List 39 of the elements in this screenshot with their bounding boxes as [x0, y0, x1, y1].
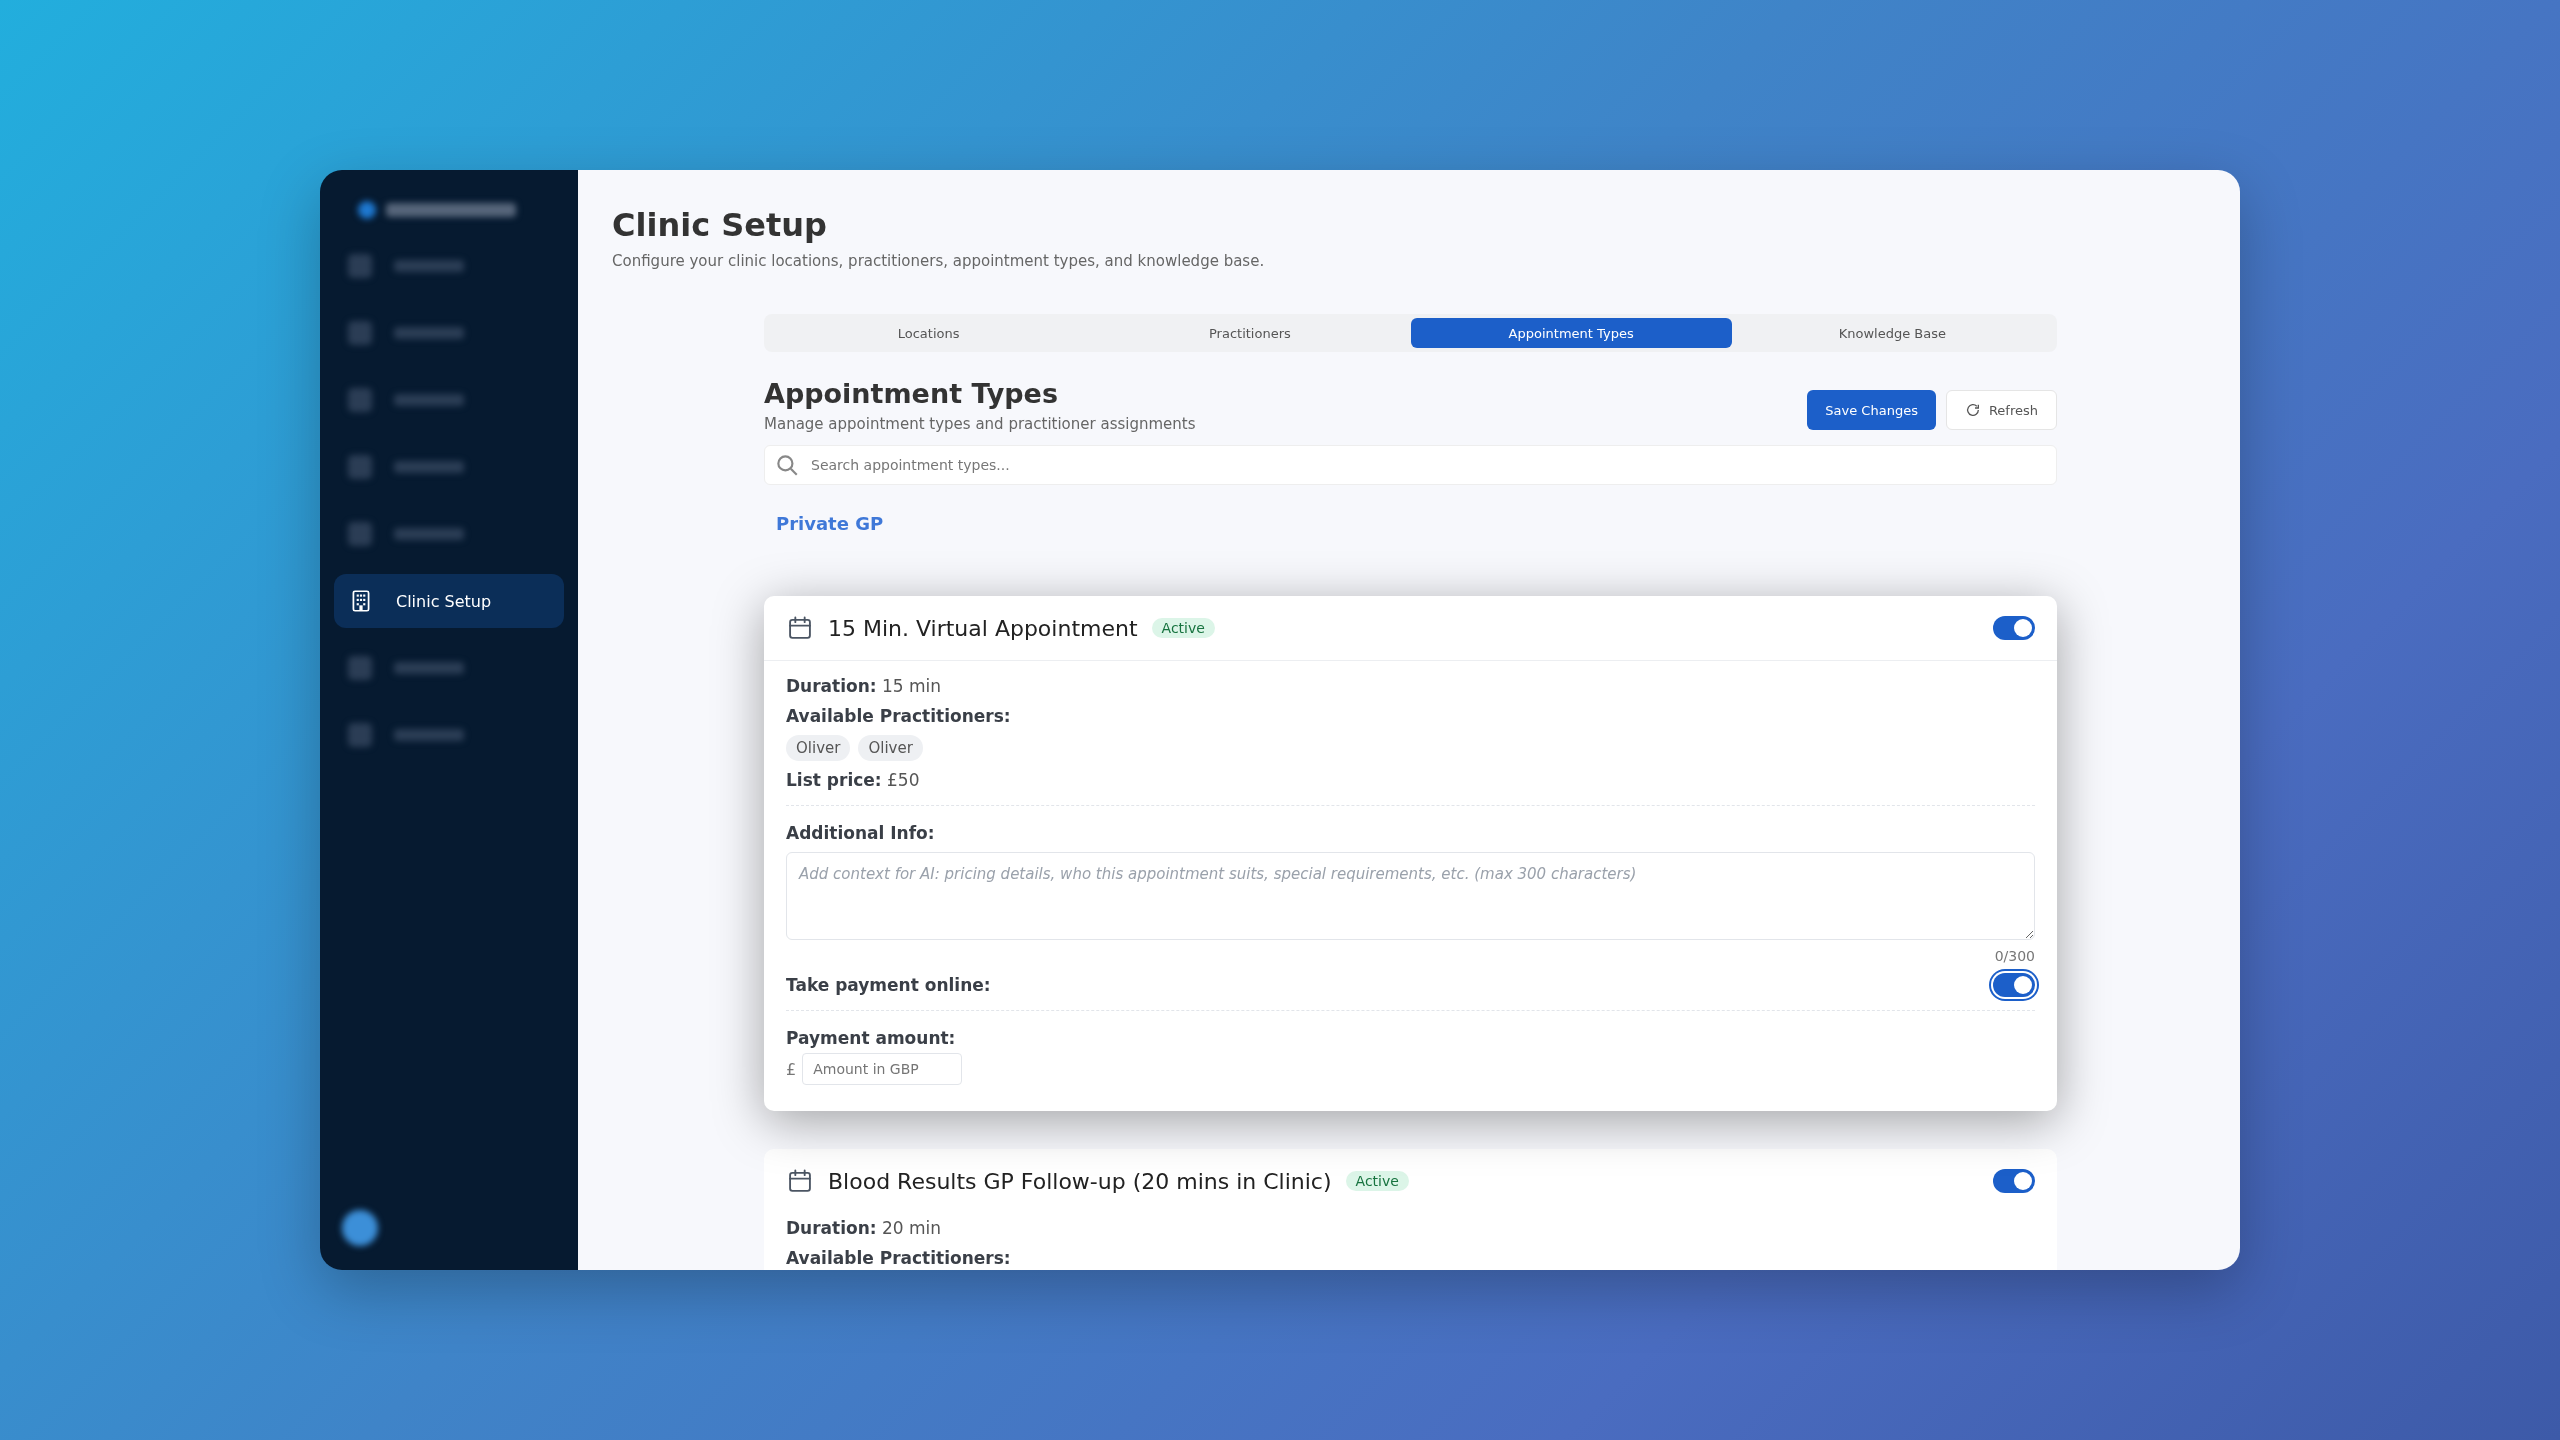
- refresh-icon: [1964, 402, 1981, 418]
- logo-icon: [358, 201, 376, 219]
- calendar-icon: [786, 614, 814, 642]
- field-label: Take payment online:: [786, 974, 991, 997]
- toggle-switch[interactable]: [1993, 616, 2035, 640]
- page-title: Clinic Setup: [612, 206, 828, 244]
- section-subtitle: Manage appointment types and practitioner assignments: [764, 415, 1196, 433]
- toggle-switch[interactable]: [1993, 1169, 2035, 1193]
- search-field[interactable]: Search appointment types...: [764, 445, 2057, 485]
- sidebar-item[interactable]: Clinic Setup: [334, 574, 564, 628]
- list-price-text: List price: £50: [786, 769, 921, 792]
- search-icon: [774, 452, 800, 478]
- section-title: Appointment Types: [764, 378, 1059, 409]
- group-heading[interactable]: Private GP: [764, 513, 2057, 534]
- practitioner-chip: Oliver: [858, 735, 923, 761]
- refresh-button[interactable]: Refresh: [1945, 390, 2057, 430]
- tab[interactable]: Practitioners: [1089, 318, 1411, 348]
- field-label: Available Practitioners:: [786, 1247, 1012, 1270]
- duration-text: Duration: 20 min: [786, 1217, 943, 1240]
- avatar: [342, 1210, 378, 1246]
- tab[interactable]: Appointment Types: [1410, 318, 1732, 348]
- additional-info-field[interactable]: Add context for AI: pricing details, who this appointment suits, special requirements, etc. (max 300 characters): [786, 852, 2035, 940]
- duration-text: Duration: 15 min: [786, 675, 943, 698]
- card-title: 15 Min. Virtual Appointment: [828, 615, 1138, 641]
- status-badge: Active: [1345, 1171, 1409, 1191]
- field-label: Payment amount:: [786, 1027, 957, 1050]
- card-title: Blood Results GP Follow-up (20 mins in Clinic): [828, 1168, 1332, 1194]
- status-badge: Active: [1151, 618, 1215, 638]
- practitioner-chip: Oliver: [786, 735, 851, 761]
- tab[interactable]: Knowledge Base: [1731, 318, 2053, 348]
- save-button[interactable]: Save Changes: [1807, 390, 1936, 430]
- calendar-icon: [786, 1167, 814, 1195]
- page-subtitle: Configure your clinic locations, practitioners, appointment types, and knowledge base.: [612, 252, 1266, 270]
- currency-symbol: £: [786, 1059, 797, 1079]
- field-label: Additional Info:: [786, 822, 936, 845]
- amount-field[interactable]: Amount in GBP: [802, 1053, 963, 1085]
- character-counter: 0/300: [1994, 948, 2035, 964]
- field-label: Available Practitioners:: [786, 705, 1012, 728]
- tab[interactable]: Locations: [768, 318, 1090, 348]
